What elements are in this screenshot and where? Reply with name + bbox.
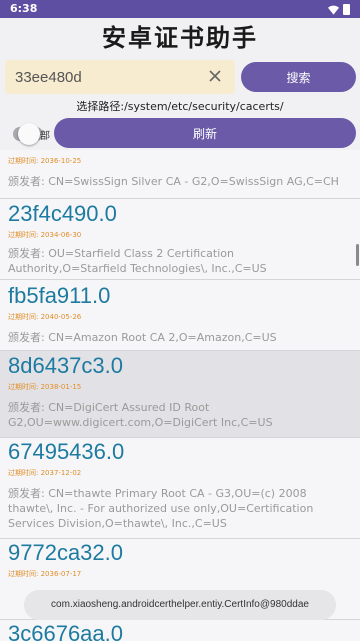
expiry-date: 过期时间: 2036-10-25: [8, 157, 82, 165]
issuer-text: 颁发者: CN=Amazon Root CA 2,O=Amazon,C=US: [8, 331, 277, 344]
expiry-date: 过期时间: 2037-12-02: [8, 469, 82, 477]
clear-icon[interactable]: [207, 68, 223, 84]
list-item[interactable]: 23f4c490.0 过期时间: 2034-06-30 颁发者: OU=Star…: [0, 199, 360, 279]
list-item[interactable]: fb5fa911.0 过期时间: 2040-05-26 颁发者: CN=Amaz…: [0, 280, 360, 350]
expiry-date: 过期时间: 2034-06-30: [8, 231, 82, 239]
cert-hash: 3c6676aa.0: [8, 621, 123, 641]
cert-hash: 9772ca32.0: [8, 540, 123, 565]
list-item[interactable]: 过期时间: 2036-10-25 颁发者: CN=SwissSign Silve…: [0, 150, 360, 198]
issuer-text: 颁发者: CN=DigiCert Assured ID Root G2,OU=w…: [8, 401, 273, 429]
expiry-date: 过期时间: 2040-05-26: [8, 313, 82, 321]
wifi-icon: [328, 5, 339, 15]
path-label: 选择路径:/system/etc/security/cacerts/: [76, 100, 284, 113]
cert-hash: 67495436.0: [8, 439, 125, 464]
toast-message: com.xiaosheng.androidcerthelper.entiy.Ce…: [24, 590, 336, 620]
refresh-button[interactable]: 刷新: [54, 118, 356, 148]
list-item-selected[interactable]: 8d6437c3.0 过期时间: 2038-01-15 颁发者: CN=Digi…: [0, 351, 360, 437]
cert-list[interactable]: 过期时间: 2036-10-25 颁发者: CN=SwissSign Silve…: [0, 150, 360, 641]
list-item[interactable]: 67495436.0 过期时间: 2037-12-02 颁发者: CN=thaw…: [0, 438, 360, 538]
expiry-date: 过期时间: 2038-01-15: [8, 383, 82, 391]
list-item[interactable]: 3c6676aa.0: [0, 620, 360, 641]
cert-hash: fb5fa911.0: [8, 283, 111, 308]
battery-icon: [343, 4, 350, 15]
search-field: [5, 60, 235, 94]
issuer-text: 颁发者: CN=SwissSign Silver CA - G2,O=Swiss…: [8, 175, 339, 188]
status-bar: 6:38: [0, 0, 360, 18]
expiry-date: 过期时间: 2036-07-17: [8, 570, 82, 578]
scrollbar-thumb[interactable]: [356, 244, 359, 266]
issuer-text: 颁发者: OU=Starfield Class 2 Certification …: [8, 247, 267, 275]
app-title: 安卓证书助手: [102, 24, 258, 52]
status-time: 6:38: [10, 2, 38, 15]
toggle-knob[interactable]: [18, 123, 40, 145]
cert-hash: 23f4c490.0: [8, 201, 117, 226]
cert-hash: 8d6437c3.0: [8, 353, 123, 378]
search-button[interactable]: 搜索: [241, 62, 356, 92]
status-icons: [328, 4, 350, 15]
issuer-text: 颁发者: CN=thawte Primary Root CA - G3,OU=(…: [8, 487, 314, 530]
search-input[interactable]: [5, 60, 205, 94]
